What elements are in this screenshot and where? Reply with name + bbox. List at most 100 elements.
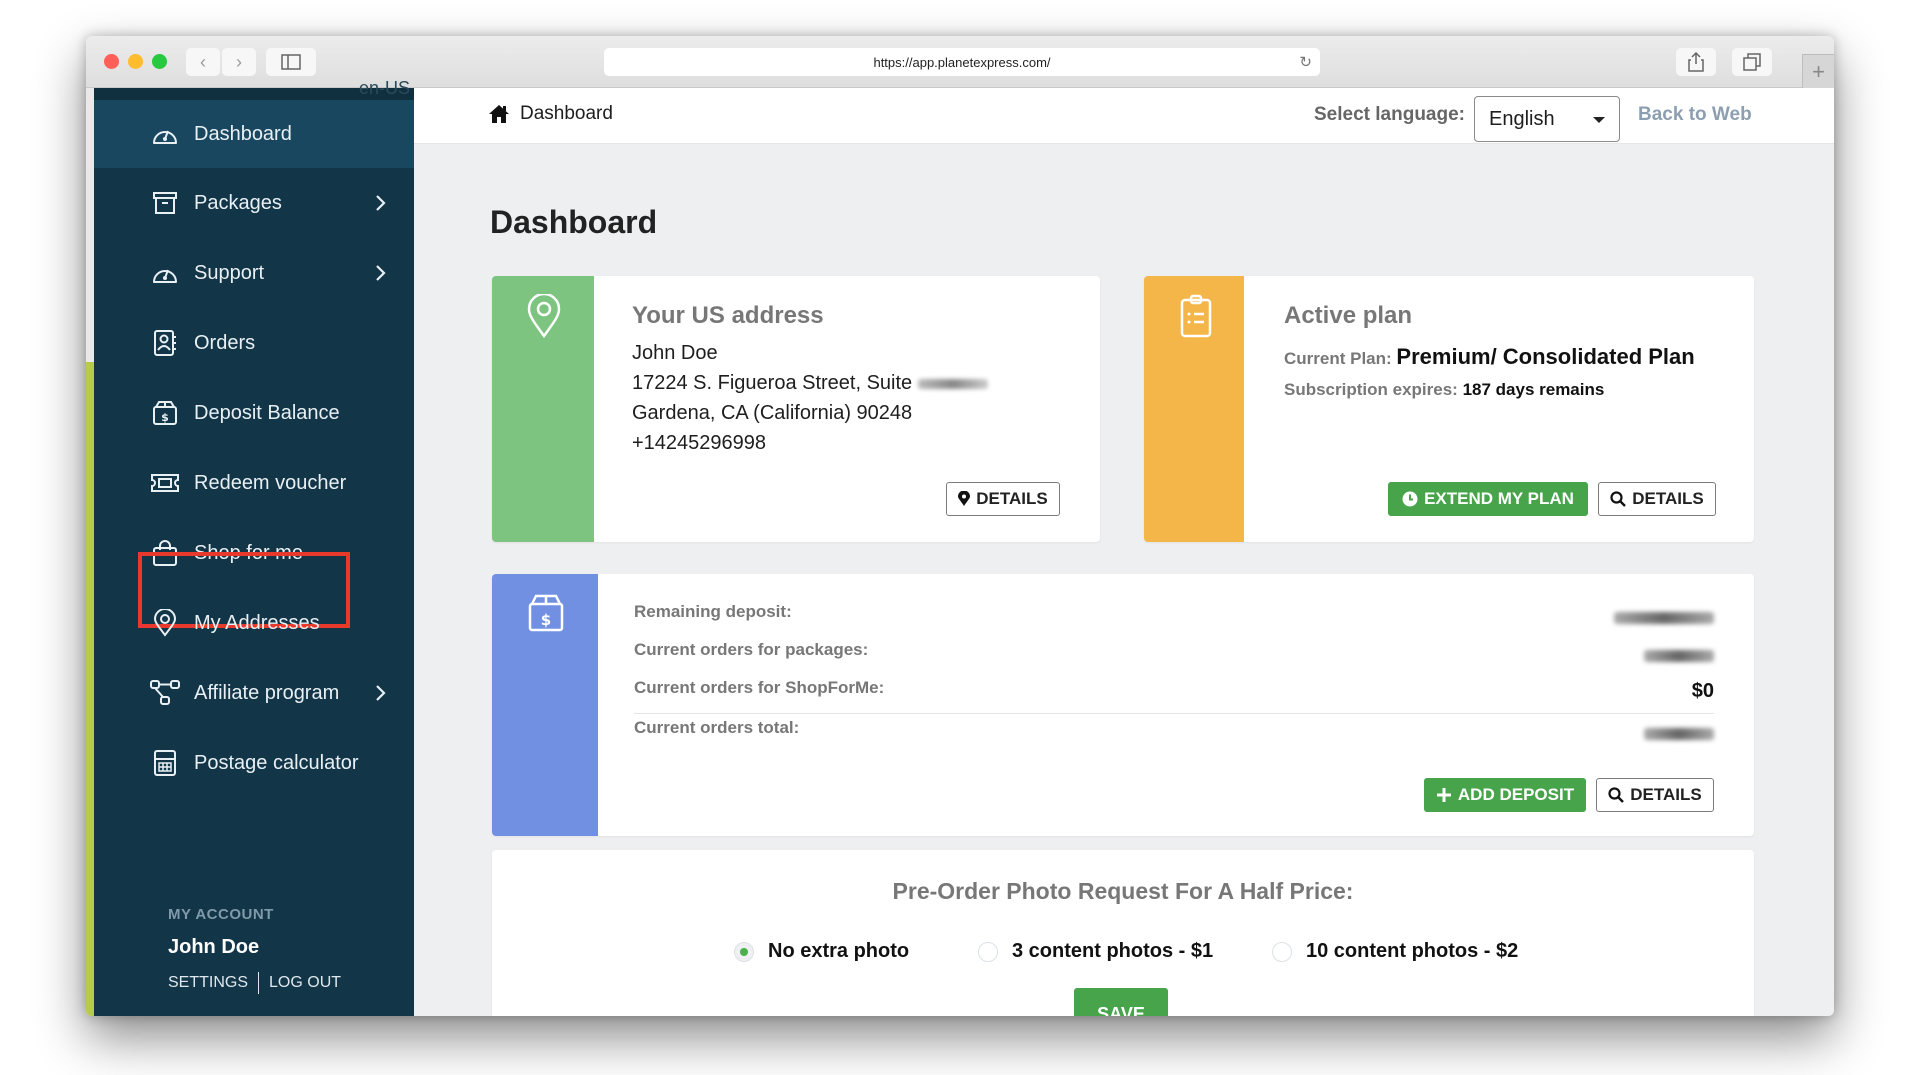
save-button[interactable]: SAVE <box>1074 988 1168 1016</box>
radio-3-content-photos[interactable]: 3 content photos - $1 <box>978 940 1213 963</box>
current-plan-value: Premium/ Consolidated Plan <box>1396 344 1695 369</box>
language-value: English <box>1489 107 1555 130</box>
sidebar-icon <box>281 54 301 70</box>
subscription-expires-line: Subscription expires: 187 days remains <box>1284 380 1604 400</box>
plus-icon <box>1436 788 1451 802</box>
new-tab-button[interactable]: + <box>1802 54 1834 88</box>
radio-button[interactable] <box>978 941 998 962</box>
address-phone: +14245296998 <box>632 432 767 454</box>
address-bar[interactable]: https://app.planetexpress.com/ ↻ <box>604 48 1320 76</box>
expires-label: Subscription expires: <box>1284 380 1458 399</box>
radio-button-checked[interactable] <box>734 941 754 962</box>
sidebar-item-label: Redeem voucher <box>194 471 347 494</box>
network-icon <box>150 678 180 708</box>
logout-link[interactable]: LOG OUT <box>269 974 341 992</box>
sidebar-item-postage-calculator[interactable]: Postage calculator <box>94 729 414 797</box>
address-details-button[interactable]: DETAILS <box>946 482 1060 516</box>
radio-label: No extra photo <box>768 940 910 962</box>
address-city: Gardena, CA (California) 90248 <box>632 402 913 424</box>
breadcrumb[interactable]: Dashboard <box>488 103 613 125</box>
sidebar-item-orders[interactable]: Orders <box>94 309 414 377</box>
map-pin-icon <box>150 608 180 638</box>
svg-text:$: $ <box>161 411 169 424</box>
tabs-overview-button[interactable] <box>1732 48 1772 76</box>
close-window-button[interactable] <box>104 54 119 69</box>
sidebar-item-support[interactable]: Support <box>94 239 414 307</box>
sidebar-item-label: My Addresses <box>194 611 320 634</box>
share-button[interactable] <box>1676 48 1716 76</box>
back-button[interactable]: ‹ <box>186 48 220 76</box>
active-plan-card: Active plan Current Plan: Premium/ Conso… <box>1144 276 1754 542</box>
radio-label: 10 content photos - $2 <box>1306 940 1519 962</box>
sidebar-item-label: Support <box>194 261 265 284</box>
archive-box-icon <box>150 188 180 218</box>
sidebar-item-dashboard[interactable]: Dashboard <box>94 100 414 168</box>
chevron-left-icon: ‹ <box>200 51 206 72</box>
plan-card-title: Active plan <box>1284 302 1413 329</box>
main-content: Dashboard Select language: English Back … <box>414 88 1834 1016</box>
remaining-deposit-label: Remaining deposit: <box>634 602 792 621</box>
radio-label: 3 content photos - $1 <box>1012 940 1214 962</box>
radio-no-extra-photo[interactable]: No extra photo <box>734 940 909 963</box>
deposit-details-button[interactable]: DETAILS <box>1596 778 1714 812</box>
photo-request-title: Pre-Order Photo Request For A Half Price… <box>892 878 1354 904</box>
settings-link[interactable]: SETTINGS <box>168 974 248 992</box>
calculator-icon <box>150 748 180 778</box>
url-text: https://app.planetexpress.com/ <box>873 54 1051 70</box>
orders-packages-label: Current orders for packages: <box>634 640 869 659</box>
orders-shopforme-label: Current orders for ShopForMe: <box>634 678 885 697</box>
sidebar-item-label: Deposit Balance <box>194 401 340 424</box>
forward-button[interactable]: › <box>222 48 256 76</box>
account-user-name: John Doe <box>168 936 260 958</box>
sidebar-item-label: Orders <box>194 331 256 354</box>
sidebar-item-deposit-balance[interactable]: $ Deposit Balance <box>94 379 414 447</box>
button-label: DETAILS <box>1630 785 1702 804</box>
chevron-right-icon <box>376 685 386 701</box>
sidebar-item-redeem-voucher[interactable]: Redeem voucher <box>94 449 414 517</box>
add-deposit-button[interactable]: ADD DEPOSIT <box>1424 778 1586 812</box>
back-to-web-link[interactable]: Back to Web <box>1638 104 1752 126</box>
button-label: DETAILS <box>1632 489 1704 508</box>
dollar-box-icon: $ <box>528 594 564 632</box>
remaining-deposit-value-redacted <box>1614 612 1714 624</box>
home-icon <box>489 105 509 123</box>
chevron-right-icon <box>376 265 386 281</box>
expires-value: 187 days remains <box>1462 380 1605 399</box>
us-address-card: Your US address John Doe 17224 S. Figuer… <box>492 276 1100 542</box>
button-label: DETAILS <box>976 489 1048 508</box>
extend-plan-button[interactable]: EXTEND MY PLAN <box>1388 482 1588 516</box>
contact-book-icon <box>150 328 180 358</box>
my-account-heading: MY ACCOUNT <box>168 906 274 923</box>
breadcrumb-label: Dashboard <box>520 103 613 124</box>
browser-window: ‹ › https://app.planetexpress.com/ ↻ + e… <box>86 36 1834 1016</box>
svg-text:$: $ <box>541 611 551 629</box>
plan-color-band <box>1144 276 1244 542</box>
ticket-icon <box>150 468 180 498</box>
radio-button[interactable] <box>1272 941 1292 962</box>
sidebar-item-label: Dashboard <box>194 122 292 145</box>
sidebar-toggle-button[interactable] <box>266 48 316 76</box>
sidebar-item-my-addresses[interactable]: My Addresses <box>94 589 414 657</box>
current-plan-line: Current Plan: Premium/ Consolidated Plan <box>1284 344 1695 370</box>
map-pin-icon <box>527 294 561 338</box>
sidebar-item-packages[interactable]: Packages <box>94 169 414 237</box>
maximize-window-button[interactable] <box>152 54 167 69</box>
plan-details-button[interactable]: DETAILS <box>1598 482 1716 516</box>
sidebar: en-US Dashboard Packages Support Orders … <box>94 78 414 1016</box>
scrollbar-track[interactable] <box>86 88 94 1016</box>
address-street: 17224 S. Figueroa Street, Suite <box>632 372 989 395</box>
map-marker-icon <box>958 491 971 506</box>
scrollbar-thumb[interactable] <box>86 362 94 1016</box>
chevron-right-icon <box>376 195 386 211</box>
search-icon <box>1610 491 1627 507</box>
orders-total-label: Current orders total: <box>634 718 800 737</box>
plus-icon: + <box>1812 58 1825 84</box>
minimize-window-button[interactable] <box>128 54 143 69</box>
sidebar-item-affiliate-program[interactable]: Affiliate program <box>94 659 414 727</box>
language-select[interactable]: English <box>1474 96 1620 142</box>
caret-down-icon <box>1593 117 1605 123</box>
radio-10-content-photos[interactable]: 10 content photos - $2 <box>1272 940 1518 963</box>
clipboard-list-icon <box>1180 294 1212 338</box>
orders-shopforme-value: $0 <box>1691 680 1714 702</box>
reload-icon[interactable]: ↻ <box>1299 53 1312 71</box>
